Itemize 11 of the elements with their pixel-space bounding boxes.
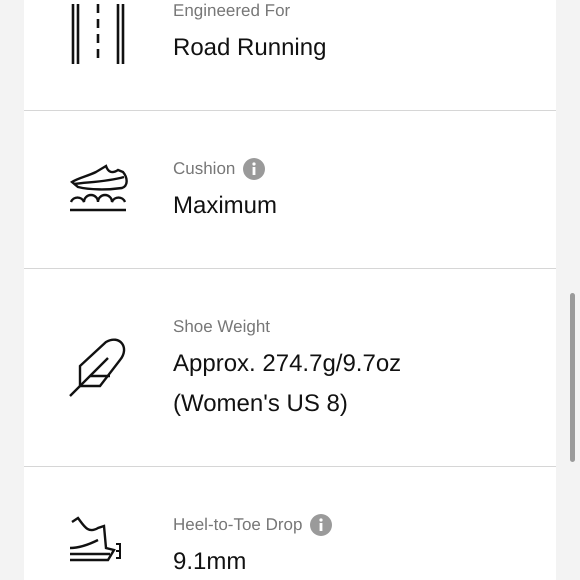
spec-value: 9.1mm [173, 547, 248, 577]
info-icon[interactable] [310, 514, 332, 536]
spec-label: Engineered For [173, 1, 290, 21]
spec-value: Road Running [173, 33, 326, 63]
spec-value: Approx. 274.7g/9.7oz (Women's US 8) [173, 349, 402, 419]
info-icon[interactable] [243, 158, 266, 180]
scrollbar[interactable] [570, 293, 575, 462]
spec-label: Heel-to-Toe Drop [173, 515, 302, 535]
spec-value: Maximum [173, 191, 278, 221]
spec-label: Shoe Weight [173, 317, 270, 337]
spec-label: Cushion [173, 159, 236, 179]
